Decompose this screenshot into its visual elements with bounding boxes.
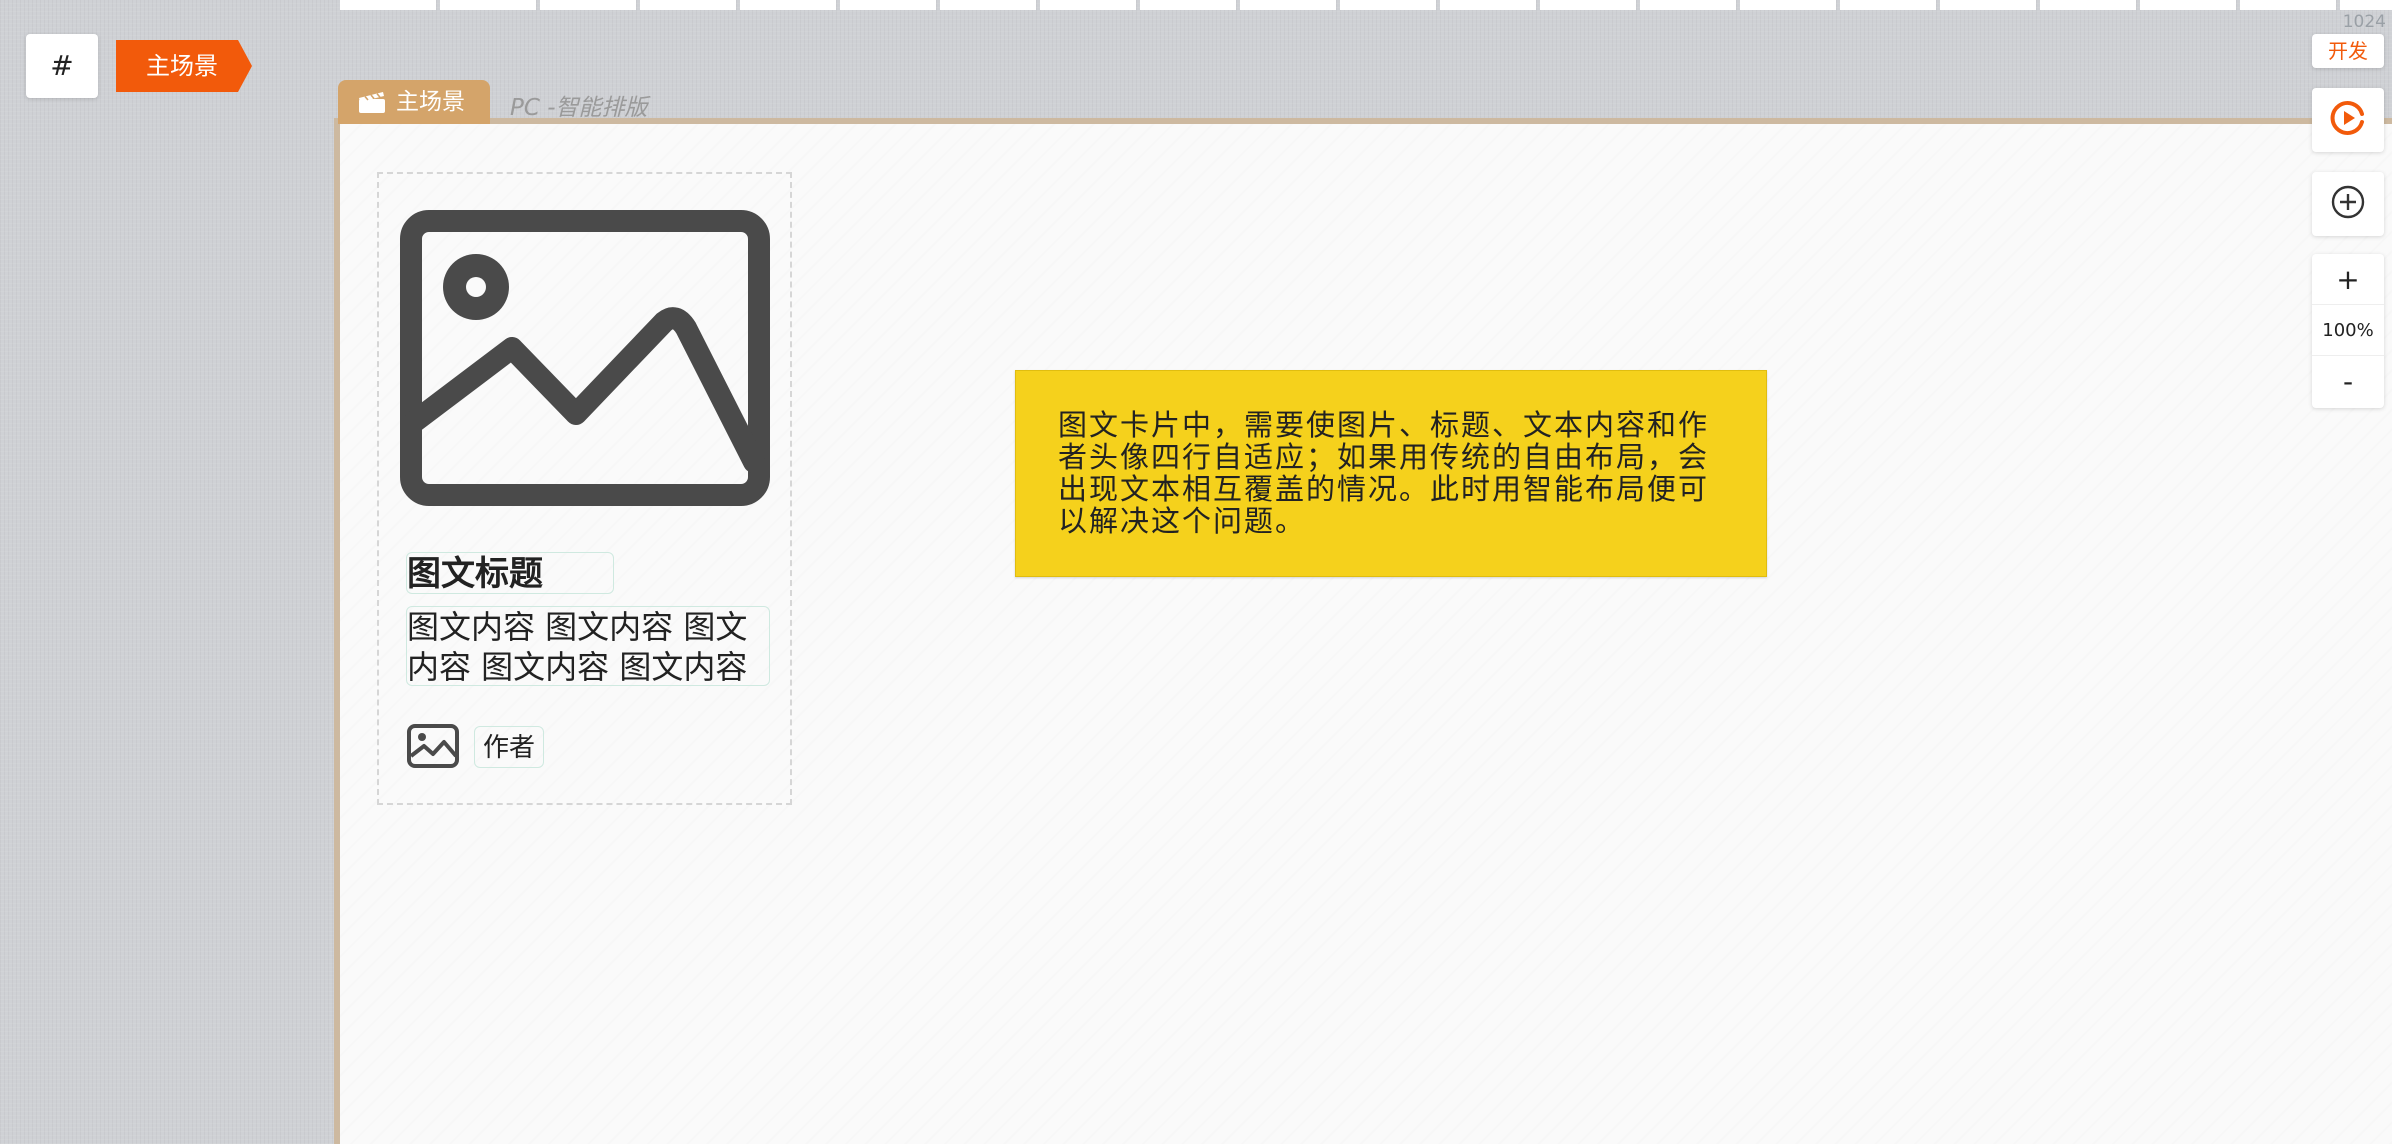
- zoom-control: + 100% -: [2312, 254, 2384, 408]
- card-body-text[interactable]: 图文内容 图文内容 图文内容 图文内容 图文内容: [406, 606, 770, 686]
- clapperboard-icon: [358, 90, 386, 114]
- image-icon[interactable]: [400, 210, 770, 506]
- zoom-level: 100%: [2312, 305, 2384, 356]
- scene-tag[interactable]: 主场景: [116, 40, 252, 92]
- top-ruler: 1024: [338, 0, 2392, 32]
- sticky-note[interactable]: 图文卡片中，需要使图片、标题、文本内容和作者头像四行自适应；如果用传统的自由布局…: [1015, 370, 1767, 577]
- zoom-out-button[interactable]: -: [2312, 356, 2384, 407]
- card-author[interactable]: 作者: [474, 726, 544, 768]
- plus-circle-icon: [2330, 184, 2366, 224]
- zoom-in-button[interactable]: +: [2312, 254, 2384, 305]
- develop-button[interactable]: 开发: [2312, 34, 2384, 68]
- layout-mode-label: PC -智能排版: [510, 95, 648, 121]
- scene-list-button[interactable]: #: [26, 34, 98, 98]
- add-component-button[interactable]: [2312, 172, 2384, 236]
- ruler-width-label: 1024: [2342, 12, 2386, 32]
- avatar[interactable]: [406, 722, 460, 770]
- play-icon: [2328, 98, 2368, 142]
- canvas-tab-label: 主场景: [396, 89, 465, 115]
- preview-button[interactable]: [2312, 88, 2384, 152]
- canvas-scene-tab[interactable]: 主场景: [338, 80, 490, 124]
- card-title[interactable]: 图文标题: [406, 552, 614, 594]
